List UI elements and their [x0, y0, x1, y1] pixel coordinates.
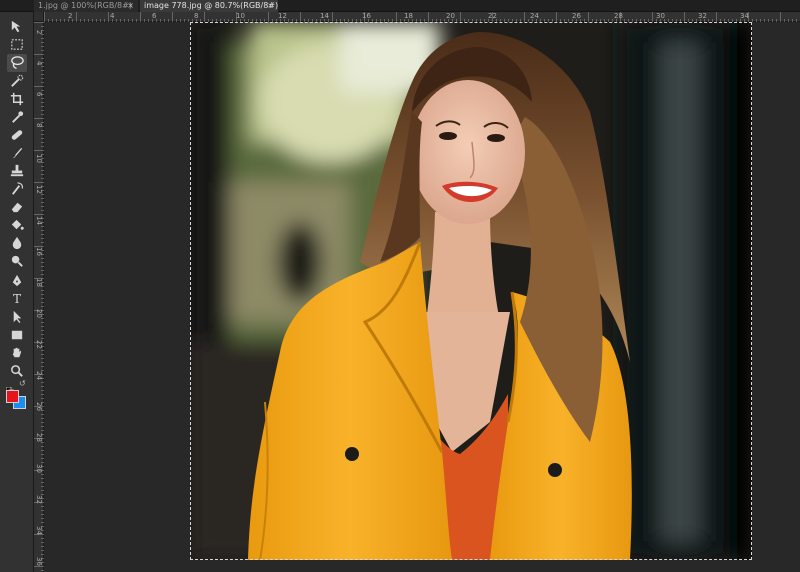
history-brush-icon: [12, 182, 23, 195]
ruler-tick-label: 14: [35, 216, 43, 225]
ruler-tick-label: 2: [68, 12, 73, 20]
blur-tool[interactable]: [7, 234, 27, 252]
brush-tool[interactable]: [7, 144, 27, 162]
paint-bucket-tool[interactable]: [7, 216, 27, 234]
ruler-tick-label: 12: [278, 12, 287, 20]
tools-panel: ↺ T: [0, 12, 34, 572]
lasso-icon: [11, 56, 24, 69]
ruler-tick-label: 16: [362, 12, 371, 20]
zoom-tool[interactable]: [7, 362, 27, 380]
type-tool[interactable]: T: [7, 290, 27, 308]
stamp-icon: [10, 164, 24, 177]
swap-colors-icon[interactable]: ↺: [19, 379, 26, 388]
ruler-tick-label: 24: [35, 371, 43, 380]
quick-selection-tool[interactable]: [7, 72, 27, 90]
ruler-tick-label: 20: [446, 12, 455, 20]
ruler-tick-label: 32: [35, 495, 43, 504]
tab-label: 1.jpg @ 100%(RGB/8#): [38, 1, 132, 10]
ruler-tick-label: 36: [35, 557, 43, 566]
brush-icon: [12, 147, 23, 159]
move-icon: [11, 20, 21, 33]
crop-tool[interactable]: [7, 90, 27, 108]
healing-brush-tool[interactable]: [7, 126, 27, 144]
eyedropper-tool[interactable]: [7, 108, 27, 126]
dodge-icon: [11, 255, 23, 267]
document-tab-2[interactable]: image 778.jpg @ 80.7%(RGB/8#) ×: [140, 0, 278, 12]
ruler-tick-label: 18: [404, 12, 413, 20]
ruler-tick-label: 10: [236, 12, 245, 20]
close-tab-icon[interactable]: ×: [267, 0, 274, 12]
ruler-tick-label: 24: [530, 12, 539, 20]
pen-icon: [12, 274, 22, 287]
ruler-tick-label: 8: [194, 12, 199, 20]
ruler-tick-label: 30: [656, 12, 665, 20]
drop-icon: [12, 236, 22, 250]
paint-bucket-icon: [11, 219, 24, 230]
magnifier-icon: [11, 365, 23, 377]
marquee-tool[interactable]: [7, 36, 27, 54]
vertical-ruler[interactable]: 2 4 6 8 10 12 14 16 18 20 22 24 26 28 30 32 34 36: [34, 22, 44, 572]
lasso-tool[interactable]: [7, 54, 27, 72]
rectangle-tool[interactable]: [7, 326, 27, 344]
ruler-tick-label: 22: [35, 340, 43, 349]
close-tab-icon[interactable]: ×: [127, 0, 134, 12]
ruler-tick-label: 8: [35, 123, 43, 128]
document-tab-1[interactable]: 1.jpg @ 100%(RGB/8#) ×: [34, 0, 138, 12]
document-tab-bar: 1.jpg @ 100%(RGB/8#) × image 778.jpg @ 8…: [0, 0, 800, 12]
ruler-tick-label: 6: [35, 92, 43, 97]
ruler-tick-label: 18: [35, 278, 43, 287]
ruler-tick-label: 4: [35, 61, 43, 66]
ruler-tick-label: 26: [572, 12, 581, 20]
eraser-icon: [11, 202, 23, 213]
ruler-tick-label: 32: [698, 12, 707, 20]
pen-tool[interactable]: [7, 272, 27, 290]
type-icon: T: [12, 292, 21, 306]
hand-icon: [12, 347, 22, 358]
ruler-tick-label: 28: [35, 433, 43, 442]
ruler-origin[interactable]: [34, 12, 44, 22]
ruler-tick-label: 20: [35, 309, 43, 318]
ruler-tick-label: 22: [488, 12, 497, 20]
ruler-tick-label: 6: [152, 12, 157, 20]
ruler-tick-label: 12: [35, 185, 43, 194]
ruler-tick-label: 4: [110, 12, 115, 20]
ruler-tick-label: 30: [35, 464, 43, 473]
path-selection-tool[interactable]: [7, 308, 27, 326]
crop-icon: [10, 92, 24, 106]
ruler-tick-label: 16: [35, 247, 43, 256]
hand-tool[interactable]: [7, 344, 27, 362]
move-tool[interactable]: [7, 18, 27, 36]
stamp-tool[interactable]: [7, 162, 27, 180]
ruler-tick-label: 34: [35, 526, 43, 535]
ruler-tick-label: 14: [320, 12, 329, 20]
history-brush-tool[interactable]: [7, 180, 27, 198]
marquee-icon: [11, 39, 23, 50]
ruler-tick-label: 26: [35, 402, 43, 411]
ruler-tick-label: 10: [35, 154, 43, 163]
dodge-tool[interactable]: [7, 252, 27, 270]
ruler-tick-label: 28: [614, 12, 623, 20]
quick-selection-icon: [11, 74, 24, 87]
bandage-icon: [11, 130, 23, 140]
portrait-photo: [190, 22, 752, 560]
eyedropper-icon: [12, 111, 24, 123]
ruler-tick-label: 34: [740, 12, 749, 20]
ruler-tick-label: 2: [35, 30, 43, 35]
tab-label: image 778.jpg @ 80.7%(RGB/8#): [144, 1, 279, 10]
eraser-tool[interactable]: [7, 198, 27, 216]
horizontal-ruler[interactable]: 2 4 6 8 10 12 14 16 18 20 22 24 26 28 30 32 34: [44, 12, 800, 22]
rectangle-icon: [11, 330, 23, 340]
document-canvas[interactable]: [190, 22, 752, 560]
arrow-icon: [13, 310, 22, 324]
foreground-color-swatch[interactable]: [6, 390, 19, 403]
